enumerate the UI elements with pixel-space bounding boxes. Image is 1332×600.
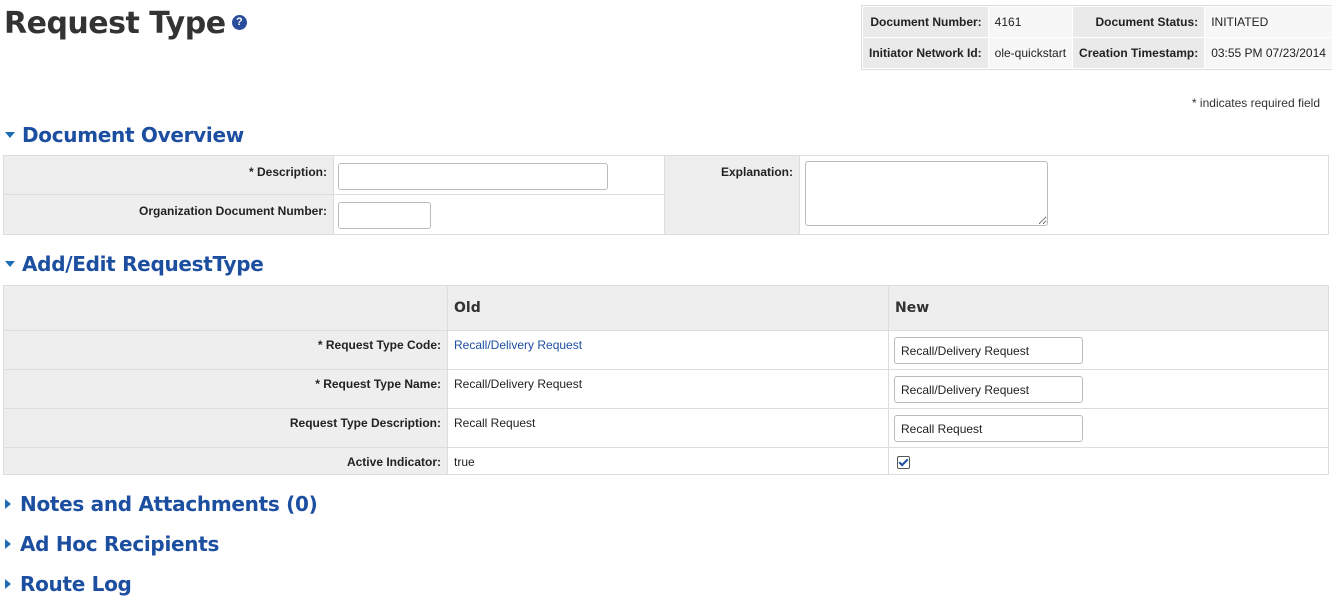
active-indicator-checkbox[interactable] — [897, 456, 910, 469]
description-cell — [334, 156, 665, 195]
required-field-note: * indicates required field — [1191, 96, 1320, 110]
old-column-header: Old — [447, 285, 889, 331]
ad-hoc-recipients-header[interactable]: Ad Hoc Recipients — [5, 532, 219, 556]
request-type-description-label: Request Type Description: — [3, 408, 448, 448]
notes-and-attachments-title: Notes and Attachments (0) — [20, 492, 318, 516]
request-type-code-label: * Request Type Code: — [3, 330, 448, 370]
description-label: * Description: — [4, 156, 334, 195]
request-type-code-input[interactable] — [894, 337, 1083, 364]
collapsed-triangle-icon — [5, 578, 11, 589]
initiator-label: Initiator Network Id: — [862, 37, 989, 69]
table-row: Active Indicator: true — [3, 447, 1329, 475]
document-overview-header[interactable]: Document Overview — [5, 123, 244, 147]
document-status-value: INITIATED — [1204, 6, 1332, 38]
document-status-label: Document Status: — [1072, 6, 1206, 38]
org-doc-number-input[interactable] — [338, 202, 431, 229]
request-type-name-label: * Request Type Name: — [3, 369, 448, 409]
document-overview-title: Document Overview — [22, 123, 244, 147]
document-overview-panel: * Description: Organization Document Num… — [3, 155, 1329, 235]
document-number-value: 4161 — [987, 6, 1074, 38]
org-doc-number-cell — [334, 195, 665, 234]
question-circle-icon[interactable]: ? — [231, 15, 247, 30]
description-input[interactable] — [338, 163, 608, 190]
new-column-header: New — [888, 285, 1329, 331]
expanded-triangle-icon — [5, 131, 15, 138]
request-type-maintenance-table: Old New * Request Type Code: Recall/Deli… — [3, 285, 1329, 475]
route-log-header[interactable]: Route Log — [5, 572, 132, 596]
label-column-header — [3, 285, 448, 331]
document-number-label: Document Number: — [862, 6, 989, 38]
route-log-title: Route Log — [20, 572, 132, 596]
old-request-type-code: Recall/Delivery Request — [447, 330, 889, 370]
initiator-value: ole-quickstart — [987, 37, 1074, 69]
creation-timestamp-value: 03:55 PM 07/23/2014 — [1204, 37, 1332, 69]
table-row: * Request Type Name: Recall/Delivery Req… — [3, 369, 1329, 409]
org-doc-number-label: Organization Document Number: — [4, 195, 334, 234]
request-type-name-input[interactable] — [894, 376, 1083, 403]
new-request-type-code-cell — [888, 330, 1329, 370]
page-title: Request Type? — [4, 6, 247, 41]
creation-timestamp-label: Creation Timestamp: — [1072, 37, 1206, 69]
add-edit-requesttype-header[interactable]: Add/Edit RequestType — [5, 252, 264, 276]
new-request-type-name-cell — [888, 369, 1329, 409]
explanation-cell — [800, 156, 1328, 234]
notes-and-attachments-header[interactable]: Notes and Attachments (0) — [5, 492, 318, 516]
page-title-text: Request Type — [4, 6, 226, 41]
request-type-description-input[interactable] — [894, 415, 1083, 442]
new-active-indicator-cell — [888, 447, 1329, 475]
collapsed-triangle-icon — [5, 538, 11, 549]
active-indicator-label: Active Indicator: — [3, 447, 448, 475]
old-request-type-code-link[interactable]: Recall/Delivery Request — [454, 338, 582, 352]
old-active-indicator: true — [447, 447, 889, 475]
table-row: * Request Type Code: Recall/Delivery Req… — [3, 330, 1329, 370]
explanation-textarea[interactable] — [805, 161, 1048, 226]
add-edit-requesttype-title: Add/Edit RequestType — [22, 252, 264, 276]
collapsed-triangle-icon — [5, 498, 11, 509]
table-row: Request Type Description: Recall Request — [3, 408, 1329, 448]
document-header-info: Document Number: 4161 Document Status: I… — [862, 6, 1332, 69]
explanation-label: Explanation: — [665, 156, 800, 234]
new-request-type-description-cell — [888, 408, 1329, 448]
old-request-type-description: Recall Request — [447, 408, 889, 448]
old-request-type-name: Recall/Delivery Request — [447, 369, 889, 409]
ad-hoc-recipients-title: Ad Hoc Recipients — [20, 532, 220, 556]
expanded-triangle-icon — [5, 260, 15, 267]
